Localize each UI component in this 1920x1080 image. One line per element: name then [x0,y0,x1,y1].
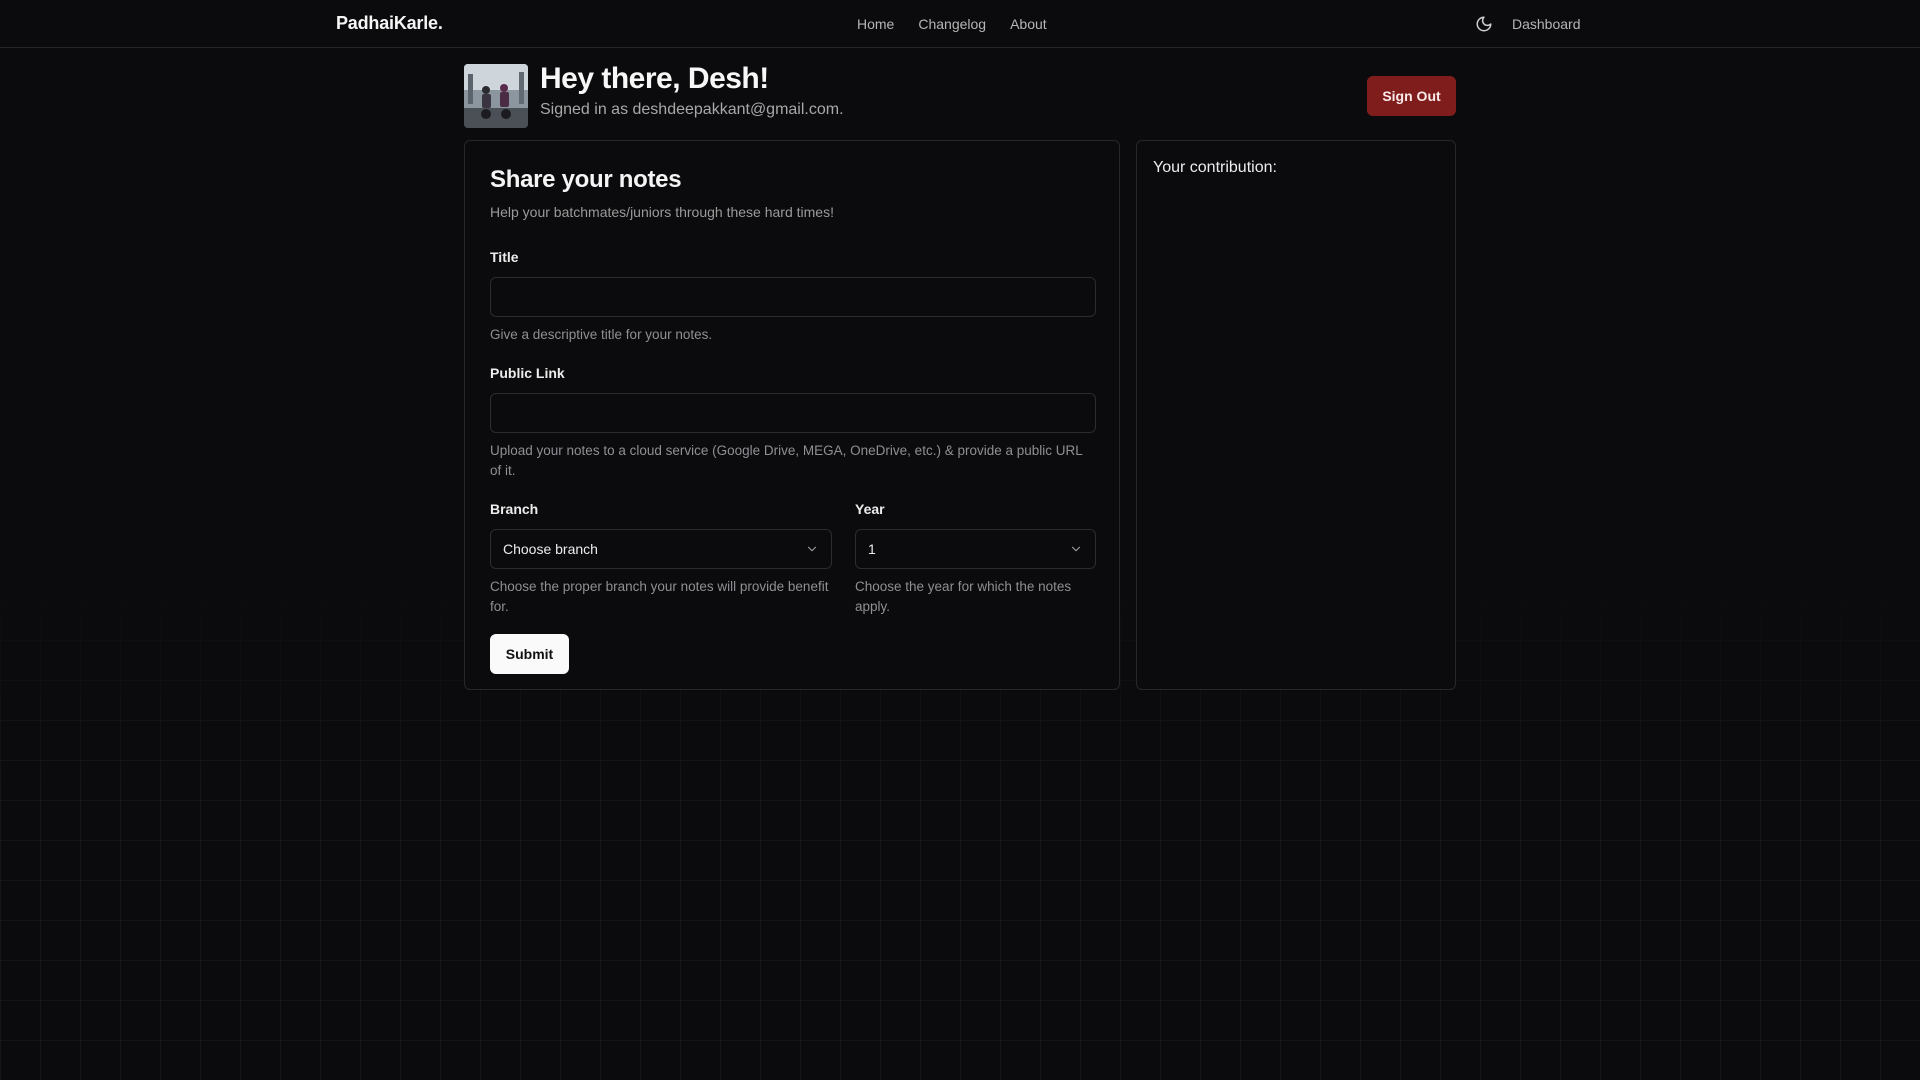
chevron-down-icon [807,546,817,552]
public-link-input[interactable] [490,393,1096,433]
dashboard-link[interactable]: Dashboard [1512,16,1581,32]
branch-select-value: Choose branch [503,541,598,557]
moon-icon [1476,16,1492,32]
top-navbar: PadhaiKarle. Home Changelog About Dashbo… [0,0,1920,48]
year-select[interactable]: 1 [855,529,1096,569]
year-help-text: Choose the year for which the notes appl… [855,579,1072,614]
nav-changelog-link[interactable]: Changelog [918,16,986,32]
sign-out-button[interactable]: Sign Out [1367,76,1456,116]
contribution-title: Your contribution: [1153,159,1277,176]
card-subtitle: Help your batchmates/juniors through the… [490,204,834,220]
year-label: Year [855,501,885,517]
branch-label: Branch [490,501,539,517]
share-notes-card: Share your notes Help your batchmates/ju… [464,140,1120,690]
submit-button[interactable]: Submit [490,634,569,674]
public-link-label: Public Link [490,365,565,381]
card-title: Share your notes [490,166,682,193]
nav-home-link[interactable]: Home [857,16,894,32]
chevron-down-icon [1071,546,1081,552]
year-select-value: 1 [868,541,876,557]
contribution-card: Your contribution: [1136,140,1456,690]
theme-toggle-button[interactable] [1474,14,1494,34]
branch-help-text: Choose the proper branch your notes will… [490,579,829,614]
title-help-text: Give a descriptive title for your notes. [490,327,713,342]
main-nav: Home Changelog About [857,16,1047,32]
branch-select[interactable]: Choose branch [490,529,832,569]
public-link-help-text: Upload your notes to a cloud service (Go… [490,443,1083,478]
greeting-heading: Hey there, Desh! [540,62,769,95]
avatar-photo [464,64,528,128]
title-label: Title [490,249,519,265]
brand-logo[interactable]: PadhaiKarle. [336,13,443,34]
title-input[interactable] [490,277,1096,317]
nav-about-link[interactable]: About [1010,16,1047,32]
signed-in-text: Signed in as deshdeepakkant@gmail.com. [540,101,844,118]
avatar [464,64,528,128]
